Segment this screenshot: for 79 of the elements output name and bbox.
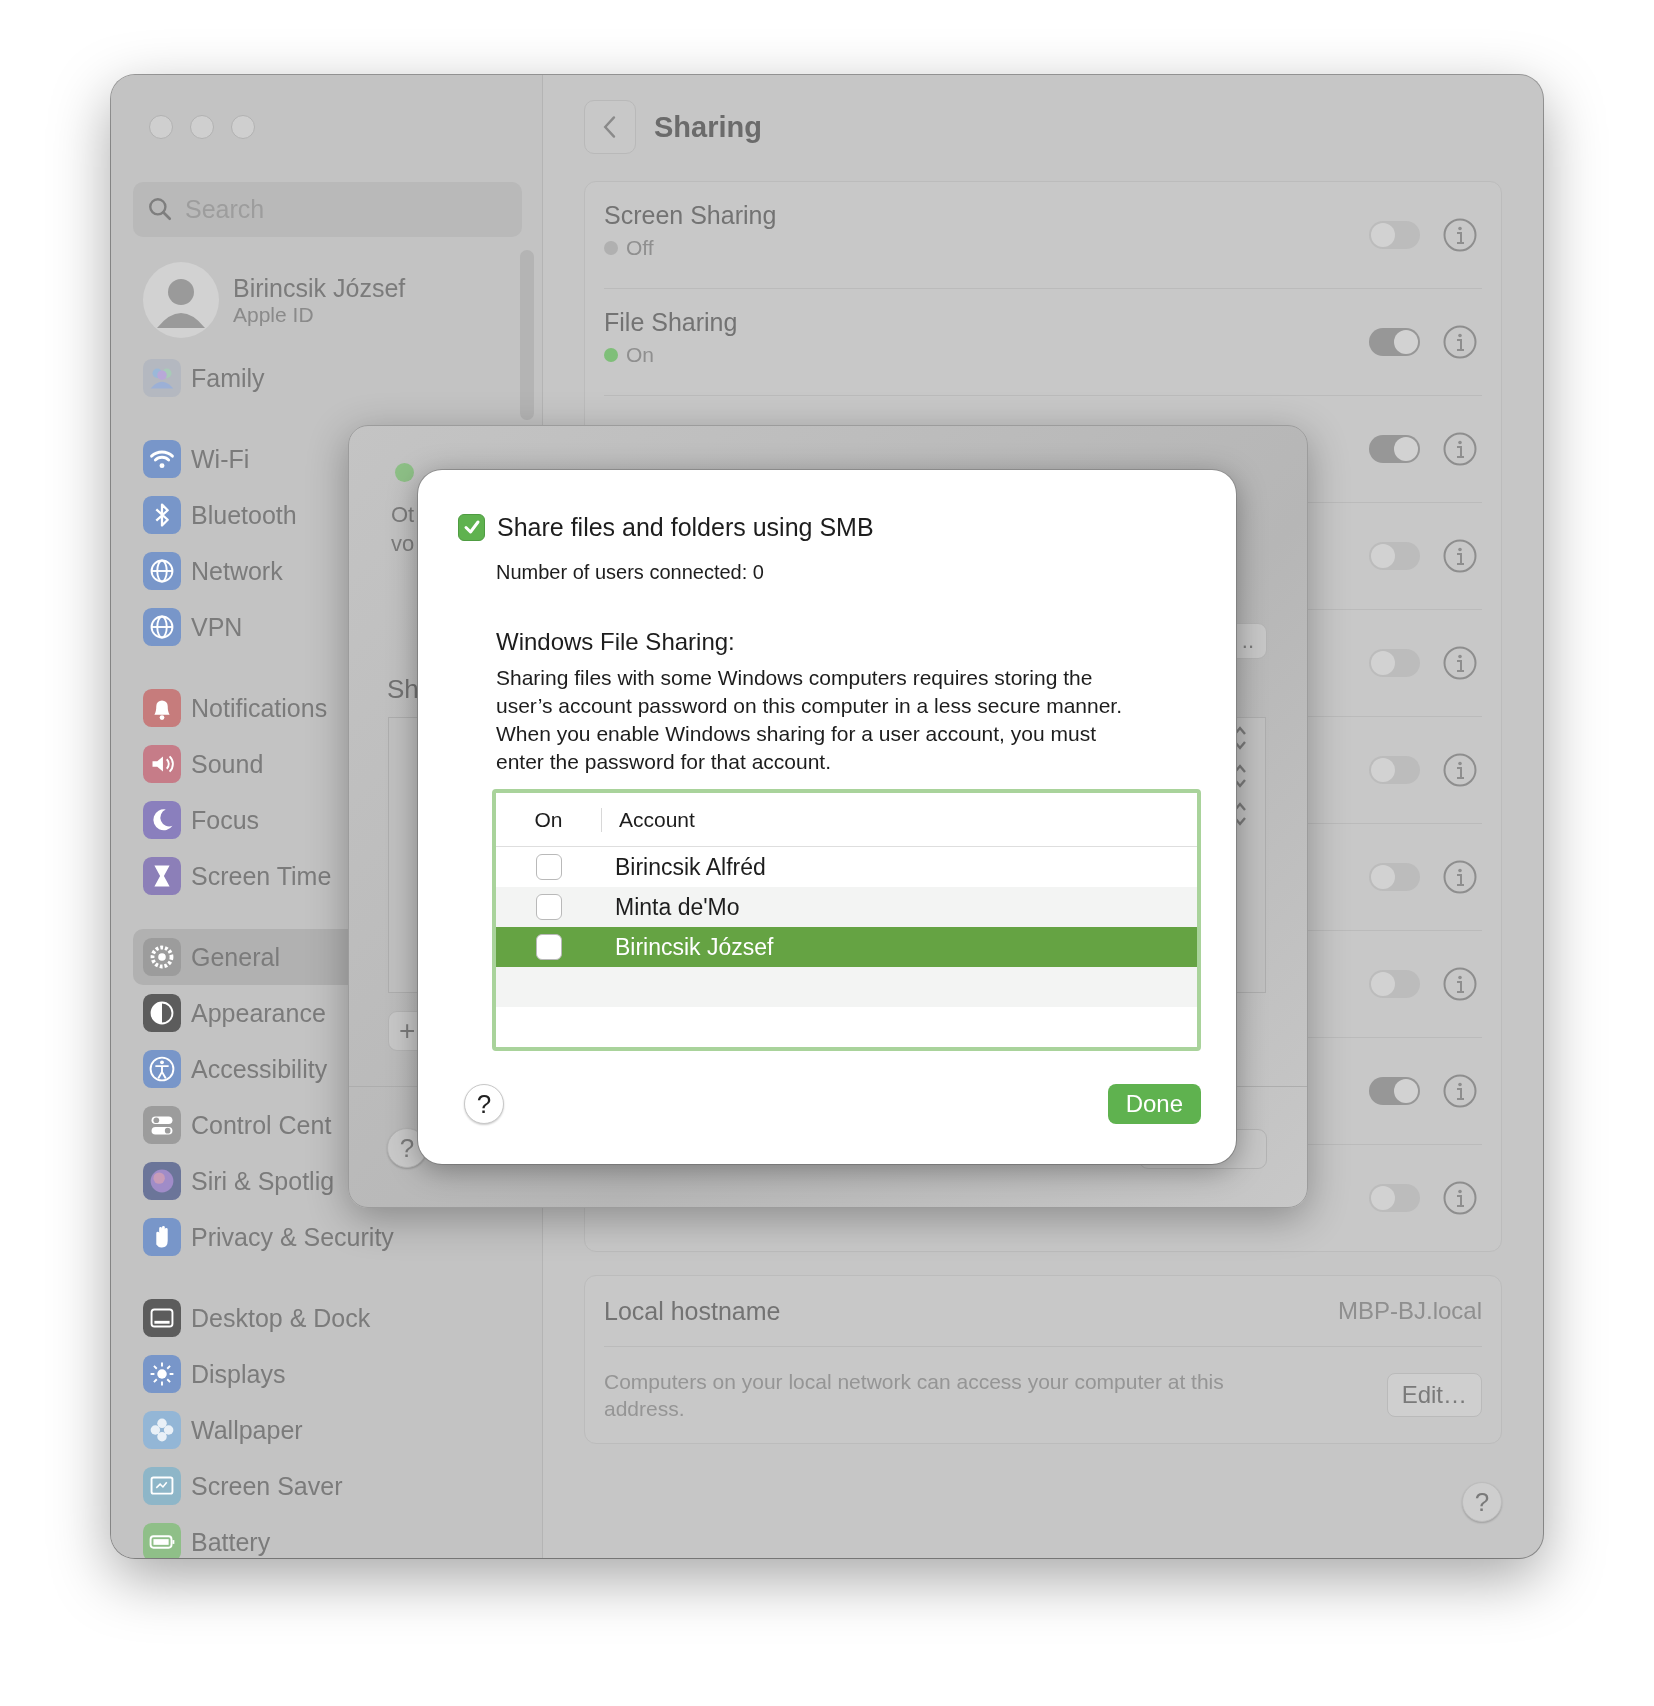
column-header[interactable]: Account [602, 807, 1197, 832]
dialog-text: vo [391, 531, 415, 557]
back-button[interactable] [584, 100, 636, 154]
info-icon[interactable] [1443, 539, 1477, 573]
info-icon[interactable] [1443, 646, 1477, 680]
sun-icon [143, 1355, 181, 1393]
sidebar-item[interactable]: Family [133, 350, 522, 406]
account-name: Birincsik József [614, 933, 775, 961]
dock-icon [143, 1299, 181, 1337]
checkbox[interactable] [535, 934, 562, 960]
dialog-text: Ot [391, 502, 415, 528]
sidebar-item[interactable]: Wallpaper [133, 1402, 522, 1458]
toggle-switch[interactable] [1369, 1077, 1420, 1105]
bell-icon [143, 689, 181, 727]
column-header[interactable]: On [496, 807, 602, 832]
hourglass-icon [143, 857, 181, 895]
info-icon[interactable] [1443, 967, 1477, 1001]
flower-icon [143, 1411, 181, 1449]
toggle-switches-icon [143, 1106, 181, 1144]
sidebar-item[interactable]: Wi-Fi [133, 431, 522, 487]
orb-icon [143, 1162, 181, 1200]
minimize-button[interactable] [190, 115, 214, 139]
service-name: File Sharing [604, 308, 739, 337]
info-icon[interactable] [1443, 432, 1477, 466]
scrollbar-thumb[interactable] [520, 250, 534, 420]
checkbox[interactable] [535, 854, 562, 880]
info-icon[interactable] [1443, 325, 1477, 359]
dialog-heading: Sh [387, 674, 419, 705]
globe-icon [143, 608, 181, 646]
wifi-icon [143, 440, 181, 478]
sidebar-item[interactable]: Privacy & Security [133, 1209, 522, 1265]
close-button[interactable] [149, 115, 173, 139]
service-name: Screen Sharing [604, 201, 778, 230]
bluetooth-icon [143, 496, 181, 534]
toggle-switch[interactable] [1369, 435, 1420, 463]
done-button[interactable]: Done [1107, 1084, 1201, 1124]
profile-name[interactable]: Birincsik József [233, 273, 406, 303]
speaker-icon [143, 745, 181, 783]
gear-icon [143, 938, 181, 976]
globe-icon [143, 552, 181, 590]
table-row[interactable]: Birincsik József [496, 927, 1197, 967]
checkbox-label[interactable]: Share files and folders using SMB [497, 512, 874, 542]
edit-button[interactable]: Edit… [1386, 1373, 1482, 1417]
sidebar-item[interactable]: Screen Saver [133, 1458, 522, 1514]
help-button[interactable]: ? [1462, 1482, 1502, 1522]
search-icon [147, 196, 173, 222]
sidebar-item[interactable]: Displays [133, 1346, 522, 1402]
section-title: Windows File Sharing: [496, 627, 736, 657]
info-icon[interactable] [1443, 218, 1477, 252]
checkbox[interactable] [458, 513, 485, 541]
profile-subtitle: Apple ID [233, 302, 315, 327]
users-connected-text: Number of users connected: 0 [496, 560, 765, 585]
avatar-silhouette[interactable] [143, 262, 219, 338]
help-button[interactable]: ? [464, 1084, 504, 1124]
hostname-label: Local hostname [604, 1296, 781, 1326]
page-title: Sharing [654, 110, 762, 144]
hostname-value: MBP-BJ.local [1337, 1297, 1482, 1325]
screen-icon [143, 1467, 181, 1505]
info-icon[interactable] [1443, 860, 1477, 894]
service-status: On [626, 343, 654, 367]
hand-icon [143, 1218, 181, 1256]
info-icon[interactable] [1443, 1181, 1477, 1215]
battery-icon [143, 1523, 181, 1558]
checkbox[interactable] [535, 894, 562, 920]
info-icon[interactable] [1443, 1074, 1477, 1108]
account-name: Minta de'Mo [614, 893, 741, 921]
moon-icon [143, 801, 181, 839]
sidebar-item[interactable]: Battery [133, 1514, 522, 1558]
info-icon[interactable] [1443, 753, 1477, 787]
account-name: Birincsik Alfréd [614, 853, 767, 881]
accessibility-icon [143, 1050, 181, 1088]
toggle-switch[interactable] [1369, 328, 1420, 356]
description-text: Sharing files with some Windows computers requires storing the user’s account password on this computer in a less secure manner. When you enable Windows sharing for a user account, you must enter the password for that account. [496, 665, 1124, 775]
table-row[interactable]: Minta de'Mo [496, 887, 1197, 927]
people-icon [143, 359, 181, 397]
zoom-button[interactable] [231, 115, 255, 139]
sidebar-item[interactable]: Desktop & Dock [133, 1290, 522, 1346]
chevron-left-icon [602, 114, 618, 140]
service-status: Off [626, 236, 654, 260]
